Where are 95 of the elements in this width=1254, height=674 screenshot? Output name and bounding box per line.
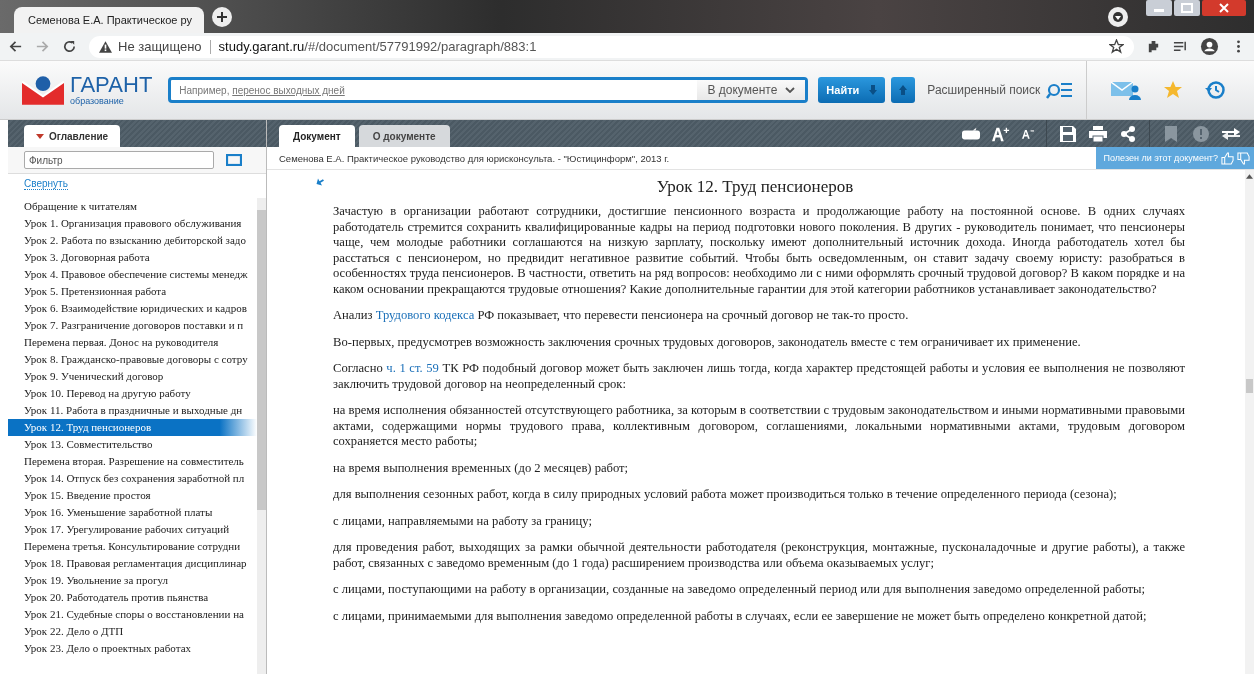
advanced-search-link[interactable]: Расширенный поиск: [927, 83, 1041, 97]
font-decrease-icon[interactable]: [1022, 128, 1034, 139]
contents-item[interactable]: Урок 7. Разграничение договоров поставки и п: [8, 317, 257, 334]
law-link[interactable]: ч. 1 ст. 59: [386, 361, 439, 375]
paragraph: на время исполнения обязанностей отсутствующего работника, за которым в соответствии с трудовым законодательством и иными нормативными правовыми актами, содержащими нормы трудового права, коллективным договором, соглашениями, локальными нормативными актами, трудовым договором сохраняется место работы;: [333, 403, 1185, 450]
warning-icon: [99, 40, 112, 53]
contents-item[interactable]: Урок 10. Перевод на другую работу: [8, 385, 257, 402]
panel-icon[interactable]: [226, 154, 242, 166]
browser-tab[interactable]: Семенова Е.А. Практическое ру: [14, 7, 204, 33]
contents-item[interactable]: Урок 5. Претензионная работа: [8, 283, 257, 300]
arrow-down-icon: [869, 85, 878, 95]
print-icon[interactable]: [1089, 125, 1107, 142]
contents-item[interactable]: Урок 12. Труд пенсионеров: [8, 419, 257, 436]
logo-title: ГАРАНТ: [70, 74, 153, 96]
new-tab-icon[interactable]: [212, 6, 232, 27]
star-icon[interactable]: [1163, 80, 1184, 100]
contents-item[interactable]: Урок 9. Ученический договор: [8, 368, 257, 385]
contents-item[interactable]: Урок 21. Судебные споры о восстановлении на: [8, 606, 257, 623]
paragraph: на время выполнения временных (до 2 месяцев) работ;: [333, 460, 630, 476]
paragraph: Во-первых, предусмотрев возможность заключения срочных трудовых договоров, законодатель вместе с тем ограничивает их применение.: [333, 334, 1082, 350]
speech-icon[interactable]: [962, 125, 980, 142]
filter-field[interactable]: Фильтр: [24, 151, 214, 169]
collapse-link[interactable]: Свернуть: [24, 178, 68, 190]
scroll-thumb[interactable]: [1246, 379, 1253, 393]
paragraph: с лицами, поступающими на работу в организации, созданные на заведомо определенный период или для выполнения заведомо определенной работы;: [333, 582, 1146, 598]
scope-dropdown[interactable]: В документе: [697, 80, 806, 100]
back-icon[interactable]: [8, 39, 23, 54]
thumbs-down-icon[interactable]: [1237, 151, 1250, 165]
logo-icon: [22, 75, 64, 105]
paragraph: с лицами, принимаемыми для выполнения заведомо определенной работы в случаях, если ее завершение не может быть определено конкретной датой;: [333, 608, 1148, 624]
address-bar[interactable]: Не защищено study.garant.ru/#/document/57791992/paragraph/883:1: [89, 35, 1134, 58]
document-title: Урок 12. Труд пенсионеров: [655, 177, 855, 197]
bookmark-star-icon[interactable]: [1109, 39, 1124, 54]
mail-icon[interactable]: [1111, 80, 1142, 100]
contents-item[interactable]: Урок 11. Работа в праздничные и выходные дн: [8, 402, 257, 419]
contents-item[interactable]: Урок 2. Работа по взысканию дебиторской задо: [8, 232, 257, 249]
search-hint: Например,: [179, 84, 231, 96]
previous-button[interactable]: [891, 77, 916, 103]
sync-arrows-icon[interactable]: [315, 178, 325, 186]
contents-item[interactable]: Урок 22. Дело о ДТП: [8, 623, 257, 640]
find-button[interactable]: Найти: [818, 77, 886, 103]
contents-item[interactable]: Урок 20. Работодатель против пьянства: [8, 589, 257, 606]
contents-item[interactable]: Урок 6. Взаимодействие юридических и кадров: [8, 300, 257, 317]
contents-item[interactable]: Урок 19. Увольнение за прогул: [8, 572, 257, 589]
tab-title: Семенова Е.А. Практическое ру: [28, 14, 192, 26]
thumbs-up-icon[interactable]: [1221, 151, 1234, 165]
contents-item[interactable]: Перемена первая. Донос на руководителя: [8, 334, 257, 351]
contents-item[interactable]: Урок 18. Правовая регламентация дисциплинар: [8, 555, 257, 572]
contents-item[interactable]: Урок 3. Договорная работа: [8, 249, 257, 266]
paragraph: Согласно ч. 1 ст. 59 ТК РФ подобный договор может быть заключен лишь тогда, когда характер предстоящей работы и условия ее выполнения не позволяют заключить трудовой договор на неопределенный срок:: [333, 361, 1185, 392]
contents-item[interactable]: Обращение к читателям: [8, 198, 257, 215]
contents-item[interactable]: Урок 8. Гражданско-правовые договоры с сотру: [8, 351, 257, 368]
example-link[interactable]: перенос выходных дней: [232, 84, 345, 96]
contents-item[interactable]: Урок 23. Дело о проектных работах: [8, 640, 257, 657]
swap-icon[interactable]: [1222, 125, 1240, 142]
contents-item[interactable]: Перемена третья. Консультирование сотрудни: [8, 538, 257, 555]
logo-subtitle: образование: [70, 96, 125, 106]
close-icon[interactable]: [1202, 0, 1246, 16]
paragraph: для проведения работ, выходящих за рамки обычной деятельности работодателя (реконструкция, монтажные, пусконаладочные и другие работы), а также работ, связанных с заведомо временным (до 1 года) расширением производства или объема оказываемых услуг;: [333, 540, 1185, 571]
reading-list-icon[interactable]: [1173, 39, 1188, 54]
scroll-thumb[interactable]: [257, 210, 266, 510]
share-icon[interactable]: [1119, 125, 1137, 142]
document-tab[interactable]: О документе: [358, 125, 450, 147]
contents-item[interactable]: Перемена вторая. Разрешение на совместитель: [8, 453, 257, 470]
extensions-icon[interactable]: [1146, 39, 1161, 54]
font-increase-icon[interactable]: [992, 125, 1010, 142]
download-icon[interactable]: [1108, 6, 1128, 27]
save-icon[interactable]: [1059, 125, 1077, 142]
caret-icon: [36, 133, 44, 139]
contents-item[interactable]: Урок 16. Уменьшение заработной платы: [8, 504, 257, 521]
arrow-up-icon: [899, 85, 908, 95]
search-field[interactable]: Например, перенос выходных дней В документе: [168, 77, 809, 103]
scrollbar[interactable]: [257, 198, 266, 674]
contents-item[interactable]: Урок 4. Правовое обеспечение системы менедж: [8, 266, 257, 283]
document-source: Семенова Е.А. Практическое руководство для юрисконсульта. - "Юстицинформ", 2013 г.: [279, 152, 670, 164]
chevron-down-icon: [785, 87, 796, 93]
search-icon[interactable]: [1046, 81, 1073, 99]
scroll-up-icon[interactable]: [1246, 174, 1253, 179]
contents-item[interactable]: Урок 15. Введение простоя: [8, 487, 257, 504]
contents-item[interactable]: Урок 13. Совместительство: [8, 436, 257, 453]
contents-tab[interactable]: Оглавление: [24, 125, 121, 147]
paragraph: Анализ Трудового кодекса РФ показывает, что перевести пенсионера на срочный договор не так-то просто.: [333, 308, 910, 324]
paragraph: Зачастую в организации работают сотрудники, достигшие пенсионного возраста и продолжающие работу на постоянной основе. В одних случаях работодатель стремится сохранить квалифицированные кадры на период подготовки нового поколения. В других - руководитель понимает, что пенсионеры чаще, чем молодые работники соглашаются на низкую зарплату, поскольку имеют дополнительный источник дохода. Иногда работодатель хотел бы расстаться с пенсионером, но предвидит негативное развитие событий. Чтобы быть осведомленным, он ставит задачу своему юристу: разобраться в особенностях труда пенсионеров. В частности, ответить на ряд вопросов: необходимо ли с ними оформлять срочный трудовой договор? В каком порядке и на каком основании прекращаются трудовые отношения? Какие дополнительные гарантии для этой категории работников устанавливает законодательство?: [333, 204, 1185, 297]
history-icon[interactable]: [1205, 80, 1226, 100]
law-link[interactable]: Трудового кодекса: [375, 308, 475, 322]
paragraph: с лицами, направляемыми на работу за границу;: [333, 513, 593, 529]
paragraph: для выполнения сезонных работ, когда в силу природных условий работа может производиться только в течение определенного периода (сезона);: [333, 487, 1118, 503]
contents-item[interactable]: Урок 1. Организация правового обслуживания: [8, 215, 257, 232]
scrollbar[interactable]: [1245, 170, 1254, 674]
profile-icon[interactable]: [1200, 37, 1219, 56]
reload-icon[interactable]: [62, 39, 77, 54]
document-tab[interactable]: Документ: [279, 125, 355, 147]
feedback-question: Полезен ли этот документ?: [1103, 153, 1218, 163]
contents-item[interactable]: Урок 14. Отпуск без сохранения заработной пл: [8, 470, 257, 487]
contents-item[interactable]: Урок 17. Урегулирование рабочих ситуаций: [8, 521, 257, 538]
